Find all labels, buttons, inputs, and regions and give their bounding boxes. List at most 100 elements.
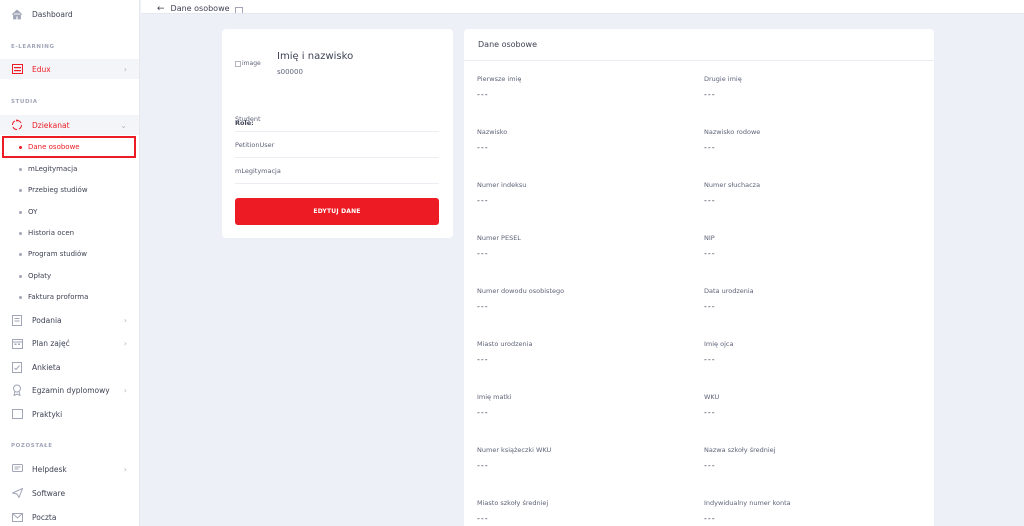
sidebar-item-praktyki[interactable]: Praktyki	[0, 406, 139, 422]
profile-card: image Imię i nazwisko s00000 Role: Stude…	[222, 29, 453, 238]
field-data-urodzenia: Data urodzenia ---	[704, 287, 904, 311]
section-label-pozostale: POZOSTAŁE	[11, 443, 53, 449]
field-value: ---	[477, 143, 489, 152]
field-value: ---	[704, 196, 716, 205]
chevron-right-icon: ›	[123, 338, 127, 348]
chevron-down-icon: ⌄	[120, 120, 127, 130]
section-label-elearning: E-LEARNING	[11, 44, 55, 50]
role-item: mLegitymacja	[235, 158, 439, 184]
window-icon	[10, 407, 24, 421]
field-value: ---	[477, 461, 489, 470]
role-item: Student	[235, 106, 439, 132]
field-label: NIP	[704, 234, 715, 242]
field-label: Drugie imię	[704, 75, 742, 83]
profile-name: Imię i nazwisko	[277, 51, 354, 62]
role-item: PetitionUser	[235, 132, 439, 158]
award-icon	[10, 383, 24, 397]
personal-data-title: Dane osobowe	[464, 29, 934, 61]
sidebar-item-label: Software	[32, 488, 66, 498]
sidebar-item-label: Egzamin dyplomowy	[32, 385, 110, 395]
sidebar-item-edux[interactable]: Edux ›	[0, 59, 139, 79]
sidebar-subitem-program-studiow[interactable]: Program studiów	[0, 246, 139, 262]
field-miasto-szkoly-sredniej: Miasto szkoły średniej ---	[477, 499, 677, 523]
sidebar-item-ankieta[interactable]: Ankieta	[0, 359, 139, 375]
field-value: ---	[477, 408, 489, 417]
broken-image-icon	[235, 60, 241, 67]
field-value: ---	[704, 90, 716, 99]
field-nazwa-szkoly-sredniej: Nazwa szkoły średniej ---	[704, 446, 904, 470]
field-label: Numer indeksu	[477, 181, 527, 189]
field-miasto-urodzenia: Miasto urodzenia ---	[477, 340, 677, 364]
dziekanat-icon	[10, 118, 24, 132]
field-pierwsze-imie: Pierwsze imię ---	[477, 75, 677, 99]
sidebar-item-egzamin-dyplomowy[interactable]: Egzamin dyplomowy ›	[0, 382, 139, 398]
sidebar-subitem-label: Historia ocen	[28, 229, 75, 237]
edit-data-button[interactable]: EDYTUJ DANE	[235, 198, 439, 225]
sidebar-item-dziekanat[interactable]: Dziekanat ⌄	[0, 115, 139, 135]
field-label: Nazwa szkoły średniej	[704, 446, 776, 454]
field-label: Pierwsze imię	[477, 75, 522, 83]
back-arrow-icon[interactable]: ←	[157, 5, 165, 14]
bullet-icon	[19, 188, 22, 192]
field-value: ---	[477, 90, 489, 99]
field-value: ---	[704, 143, 716, 152]
sidebar-subitem-oy[interactable]: OY	[0, 204, 139, 220]
field-value: ---	[704, 302, 716, 311]
sidebar-item-helpdesk[interactable]: Helpdesk ›	[0, 461, 139, 477]
field-imie-ojca: Imię ojca ---	[704, 340, 904, 364]
document-icon	[10, 313, 24, 327]
field-numer-sluchacza: Numer słuchacza ---	[704, 181, 904, 205]
field-value: ---	[704, 249, 716, 258]
section-label-studia: STUDIA	[11, 99, 38, 105]
sidebar-item-plan-zajec[interactable]: Plan zajęć ›	[0, 335, 139, 351]
page-title: Dane osobowe	[170, 4, 230, 13]
sidebar: Dashboard E-LEARNING Edux › STUDIA Dziek…	[0, 0, 140, 526]
field-label: Imię matki	[477, 393, 512, 401]
field-value: ---	[477, 355, 489, 364]
mail-icon	[10, 510, 24, 524]
field-value: ---	[704, 408, 716, 417]
field-value: ---	[477, 249, 489, 258]
sidebar-item-dashboard[interactable]: Dashboard	[0, 6, 139, 22]
field-label: WKU	[704, 393, 720, 401]
field-label: Data urodzenia	[704, 287, 754, 295]
sidebar-subitem-label: mLegitymacja	[28, 165, 78, 173]
bullet-icon	[19, 210, 22, 214]
sidebar-subitem-label: Opłaty	[28, 272, 52, 280]
sidebar-subitem-label: Faktura proforma	[28, 293, 89, 301]
document-icon[interactable]	[234, 7, 243, 13]
bullet-icon	[19, 295, 22, 299]
sidebar-subitem-przebieg-studiow[interactable]: Przebieg studiów	[0, 182, 139, 198]
sidebar-subitem-label: Przebieg studiów	[28, 186, 88, 194]
field-imie-matki: Imię matki ---	[477, 393, 677, 417]
send-icon	[10, 486, 24, 500]
sidebar-subitem-historia-ocen[interactable]: Historia ocen	[0, 225, 139, 241]
field-label: Miasto szkoły średniej	[477, 499, 549, 507]
field-numer-ksiazeczki-wku: Numer książeczki WKU ---	[477, 446, 677, 470]
survey-icon	[10, 360, 24, 374]
sidebar-subitem-mlegitymacja[interactable]: mLegitymacja	[0, 161, 139, 177]
field-value: ---	[477, 302, 489, 311]
field-value: ---	[704, 461, 716, 470]
field-label: Numer PESEL	[477, 234, 521, 242]
profile-student-id: s00000	[277, 68, 303, 76]
profile-image-alt: image	[242, 60, 261, 67]
sidebar-subitem-label: Program studiów	[28, 250, 87, 258]
field-value: ---	[704, 355, 716, 364]
chevron-right-icon: ›	[123, 464, 127, 474]
field-drugie-imie: Drugie imię ---	[704, 75, 904, 99]
field-numer-dowodu: Numer dowodu osobistego ---	[477, 287, 677, 311]
field-label: Numer dowodu osobistego	[477, 287, 565, 295]
sidebar-item-podania[interactable]: Podania ›	[0, 312, 139, 328]
personal-data-card: Dane osobowe Pierwsze imię --- Drugie im…	[464, 29, 934, 526]
sidebar-item-poczta[interactable]: Poczta	[0, 509, 139, 525]
field-numer-indeksu: Numer indeksu ---	[477, 181, 677, 205]
field-label: Indywidualny numer konta	[704, 499, 791, 507]
sidebar-subitem-faktura-proforma[interactable]: Faktura proforma	[0, 289, 139, 305]
profile-image: image	[235, 60, 261, 67]
field-nazwisko-rodowe: Nazwisko rodowe ---	[704, 128, 904, 152]
sidebar-subitem-oplaty[interactable]: Opłaty	[0, 268, 139, 284]
sidebar-item-software[interactable]: Software	[0, 485, 139, 501]
sidebar-item-label: Podania	[32, 315, 62, 325]
field-indywidualny-numer-konta: Indywidualny numer konta ---	[704, 499, 904, 523]
